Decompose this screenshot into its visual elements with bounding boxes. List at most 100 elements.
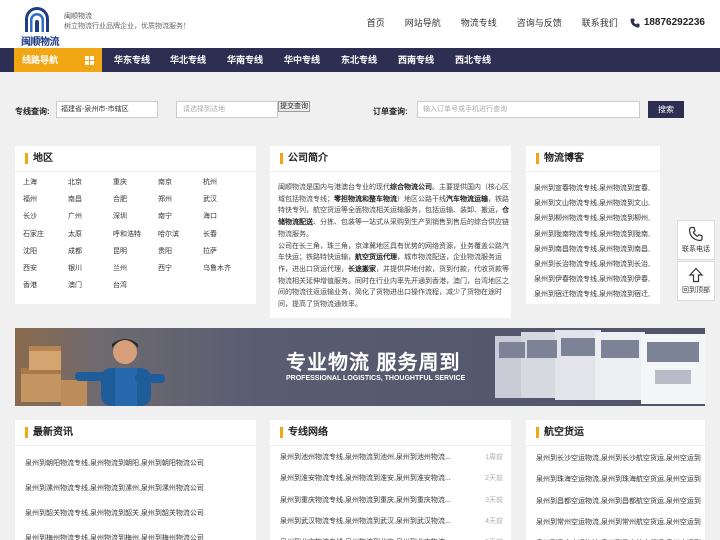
order-input[interactable]: 输入订单号或手机进行查询 (417, 101, 640, 118)
list-item[interactable]: 泉州到长沙空运物流,泉州到长沙航空货运,泉州空运到 (536, 453, 701, 463)
list-item[interactable]: 泉州到昌都空运物流,泉州到昌都航空货运,泉州空运到 (536, 496, 701, 506)
region-link[interactable]: 太原 (68, 229, 82, 239)
blog-item[interactable]: 泉州到宿迁物流专线,泉州物流到宿迁, (534, 287, 658, 302)
submit-query-button[interactable]: 提交查询 (278, 101, 310, 112)
intro-panel: 公司简介 闽顺物流是国内与港澳台专业的现代综合物流公司。主要提供国内（核心区域包… (270, 146, 511, 318)
nav-east-china[interactable]: 华东专线 (114, 48, 150, 72)
banner-title: 专业物流 服务周到 (286, 352, 461, 374)
region-link[interactable]: 银川 (68, 263, 82, 273)
list-item[interactable]: 泉州到韶关物流专线,泉州物流到韶关,泉州到韶关物流公司 (25, 508, 204, 518)
intro-keyword: 零担物流和整车物流 (334, 195, 397, 203)
blog-item[interactable]: 泉州到陇南物流专线,泉州物流到陇南, (534, 227, 658, 242)
nav-south-china[interactable]: 华南专线 (227, 48, 263, 72)
intro-keyword: 综合物流公司 (390, 184, 432, 191)
region-link[interactable]: 杭州 (203, 177, 217, 187)
region-link[interactable]: 香港 (23, 280, 37, 290)
list-item[interactable]: 泉州到朝阳物流专线,泉州物流到朝阳,泉州到朝阳物流公司 (25, 458, 204, 468)
region-link[interactable]: 合肥 (113, 194, 127, 204)
region-link[interactable]: 福州 (23, 194, 37, 204)
region-link[interactable]: 哈尔滨 (158, 229, 179, 239)
region-link[interactable]: 长沙 (23, 211, 37, 221)
intro-text-run: 闽顺物流是国内与港澳台专业的现代 (278, 184, 390, 191)
brand-name: 闽顺物流 (64, 13, 92, 20)
region-link[interactable]: 南京 (158, 177, 172, 187)
order-search-label: 订单查询: (373, 107, 408, 116)
region-link[interactable]: 呼和浩特 (113, 229, 141, 239)
region-link[interactable]: 石家庄 (23, 229, 44, 239)
list-item-date: 1周前 (485, 454, 503, 461)
list-item[interactable]: 泉州到珠海空运物流,泉州到珠海航空货运,泉州空运到 (536, 474, 701, 484)
list-item[interactable]: 泉州到池州物流专线,泉州物流到池州,泉州到池州物流... (280, 452, 451, 462)
region-link[interactable]: 广州 (68, 211, 82, 221)
nav-northeast[interactable]: 东北专线 (341, 48, 377, 72)
float-phone[interactable]: 联系电话 (677, 220, 715, 260)
logo[interactable]: 闽顺物流 (21, 7, 60, 48)
region-link[interactable]: 成都 (68, 246, 82, 256)
arrow-up-icon (688, 267, 704, 283)
news-panel-header: 最新资讯 (15, 420, 256, 446)
region-link[interactable]: 长春 (203, 229, 217, 239)
region-link[interactable]: 南宁 (158, 211, 172, 221)
brand-slogan: 树立物流行业品牌企业，优质物流服务！ (64, 23, 190, 30)
region-link[interactable]: 乌鲁木齐 (203, 263, 231, 273)
site-header: 闽顺物流 闽顺物流 树立物流行业品牌企业，优质物流服务！ 首页 网站导航 物流专… (0, 0, 720, 48)
list-item[interactable]: 泉州到梅州物流专线,泉州物流到梅州,泉州到梅州物流公司 (25, 533, 204, 540)
region-link[interactable]: 南昌 (68, 194, 82, 204)
top-nav-feedback[interactable]: 咨询与反馈 (517, 16, 562, 29)
blog-item[interactable]: 泉州到柳州物流专线,泉州物流到柳州, (534, 211, 658, 226)
top-nav-home[interactable]: 首页 (367, 16, 385, 29)
air-panel-title: 航空货运 (536, 427, 584, 438)
search-button[interactable]: 搜索 (648, 101, 684, 118)
list-item[interactable]: 泉州到淮安物流专线,泉州物流到淮安,泉州到淮安物流... (280, 473, 451, 483)
blog-panel: 物流博客 泉州到宣春物流专线,泉州物流到宜春, 泉州到文山物流专线,泉州物流到文山… (526, 146, 660, 304)
air-panel: 航空货运 泉州到长沙空运物流,泉州到长沙航空货运,泉州空运到 泉州到珠海空运物流,… (526, 420, 705, 540)
blog-item[interactable]: 泉州到文山物流专线,泉州物流到文山, (534, 196, 658, 211)
list-item[interactable]: 泉州到武汉物流专线,泉州物流到武汉,泉州到武汉物流... (280, 516, 451, 526)
blog-item[interactable]: 泉州到长治物流专线,泉州物流到长治, (534, 257, 658, 272)
blog-item[interactable]: 泉州到宣春物流专线,泉州物流到宜春, (534, 181, 658, 196)
origin-select[interactable]: 福建省-泉州市-市辖区 (56, 101, 158, 118)
region-link[interactable]: 澳门 (68, 280, 82, 290)
nav-northwest[interactable]: 西北专线 (455, 48, 491, 72)
nav-southwest[interactable]: 西南专线 (398, 48, 434, 72)
region-link[interactable]: 深圳 (113, 211, 127, 221)
top-nav: 首页 网站导航 物流专线 咨询与反馈 联系我们 18876292236 (347, 16, 705, 29)
phone-number[interactable]: 18876292236 (644, 17, 705, 28)
blog-item[interactable]: 泉州到伊春物流专线,泉州物流到伊春, (534, 272, 658, 287)
phone-icon (630, 18, 640, 27)
top-nav-sitemap[interactable]: 网站导航 (405, 16, 441, 29)
intro-paragraph: 闽顺物流是国内与港澳台专业的现代综合物流公司。主要提供国内（核心区域包括物流专线… (278, 182, 512, 241)
list-item[interactable]: 泉州到常州空运物流,泉州到常州航空货运,泉州空运到 (536, 517, 701, 527)
region-link[interactable]: 海口 (203, 211, 217, 221)
region-link[interactable]: 昆明 (113, 246, 127, 256)
top-nav-contact[interactable]: 联系我们 (582, 16, 618, 29)
list-item[interactable]: 泉州到漯州物流专线,泉州物流到漯州,泉州到漯州物流公司 (25, 483, 204, 493)
back-to-top[interactable]: 回到顶部 (677, 261, 715, 301)
region-panel-header: 地区 (15, 146, 256, 172)
region-link[interactable]: 贵阳 (158, 246, 172, 256)
air-panel-header: 航空货运 (526, 420, 705, 446)
region-link[interactable]: 西安 (23, 263, 37, 273)
region-link[interactable]: 西宁 (158, 263, 172, 273)
destination-input[interactable]: 请选择到达地 (176, 101, 278, 118)
main-navbar: 线路导航 华东专线 华北专线 华南专线 华中专线 东北专线 西南专线 西北专线 (0, 48, 720, 72)
region-link[interactable]: 郑州 (158, 194, 172, 204)
region-link[interactable]: 兰州 (113, 263, 127, 273)
nav-central-china[interactable]: 华中专线 (284, 48, 320, 72)
region-link[interactable]: 武汉 (203, 194, 217, 204)
region-link[interactable]: 重庆 (113, 177, 127, 187)
blog-panel-title: 物流博客 (536, 153, 584, 164)
region-link[interactable]: 台湾 (113, 280, 127, 290)
region-link[interactable]: 拉萨 (203, 246, 217, 256)
nav-north-china[interactable]: 华北专线 (170, 48, 206, 72)
region-link[interactable]: 北京 (68, 177, 82, 187)
nav-route-guide-label: 线路导航 (22, 55, 59, 65)
intro-text: 闽顺物流是国内与港澳台专业的现代综合物流公司。主要提供国内（核心区域包括物流专线… (278, 182, 512, 311)
promo-banner[interactable]: 专业物流 服务周到 PROFESSIONAL LOGISTICS, THOUGH… (15, 328, 705, 406)
region-link[interactable]: 沈阳 (23, 246, 37, 256)
list-item[interactable]: 泉州到重庆物流专线,泉州物流到重庆,泉州到重庆物流... (280, 495, 451, 505)
top-nav-lines[interactable]: 物流专线 (461, 16, 497, 29)
nav-route-guide[interactable]: 线路导航 (14, 48, 102, 72)
blog-item[interactable]: 泉州到南昌物流专线,泉州物流到南昌, (534, 242, 658, 257)
region-link[interactable]: 上海 (23, 177, 37, 187)
